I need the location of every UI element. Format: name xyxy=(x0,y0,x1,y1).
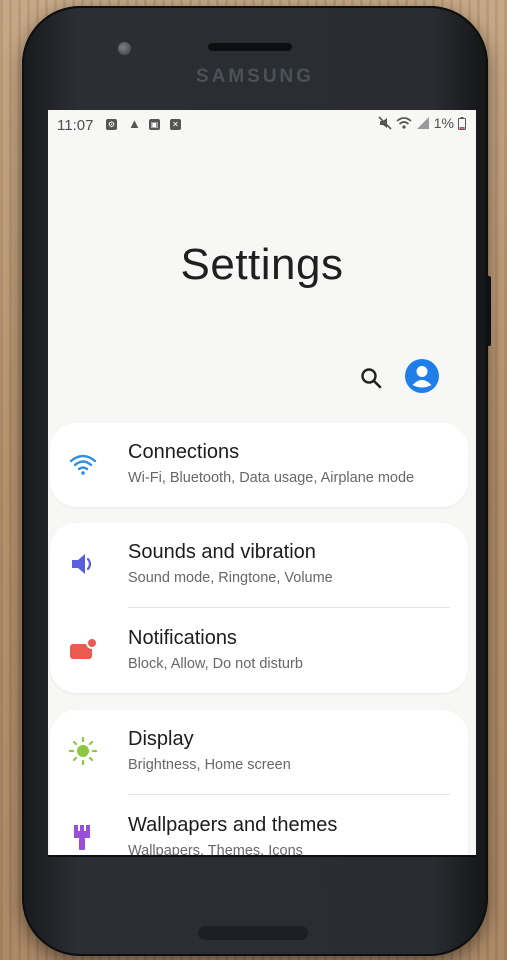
divider xyxy=(128,794,450,795)
calendar-icon: ▣ xyxy=(149,119,160,130)
earpiece-speaker xyxy=(208,43,292,51)
settings-item-label: Notifications xyxy=(128,627,237,649)
settings-card-connections: Connections Wi-Fi, Bluetooth, Data usage… xyxy=(50,423,468,507)
warning-icon: ▲ xyxy=(128,116,141,131)
home-key xyxy=(198,926,308,940)
front-camera xyxy=(118,42,131,55)
settings-item-sounds[interactable]: Sounds and vibration Sound mode, Rington… xyxy=(50,523,468,607)
phone-screen: 11:07 ⚙ ▲ ▣ ✕ 1% Settings Connections Wi… xyxy=(48,110,476,855)
settings-item-subtitle: Block, Allow, Do not disturb xyxy=(128,656,303,672)
status-bar: 11:07 ⚙ ▲ ▣ ✕ 1% xyxy=(48,110,476,136)
settings-item-subtitle: Wi-Fi, Bluetooth, Data usage, Airplane m… xyxy=(128,470,415,486)
settings-item-label: Wallpapers and themes xyxy=(128,814,338,836)
signal-icon xyxy=(416,117,429,129)
settings-item-label: Sounds and vibration xyxy=(128,541,316,563)
account-icon[interactable] xyxy=(405,359,439,393)
settings-item-notifications[interactable]: Notifications Block, Allow, Do not distu… xyxy=(50,609,468,693)
status-time: 11:07 xyxy=(57,117,94,134)
brand-logo: SAMSUNG xyxy=(195,66,315,87)
close-box-icon: ✕ xyxy=(170,119,181,130)
battery-percent: 1% xyxy=(433,115,454,131)
page-title: Settings xyxy=(180,240,344,289)
settings-item-subtitle: Wallpapers, Themes, Icons xyxy=(128,843,303,855)
settings-gear-icon: ⚙ xyxy=(106,119,117,130)
settings-item-label: Display xyxy=(128,728,194,750)
settings-card-display-wallpapers: Display Brightness, Home screen Wallpape… xyxy=(50,710,468,855)
wifi-icon xyxy=(396,117,412,129)
power-button xyxy=(486,276,491,346)
battery-icon xyxy=(458,116,466,130)
settings-item-subtitle: Sound mode, Ringtone, Volume xyxy=(128,570,333,586)
settings-item-display[interactable]: Display Brightness, Home screen xyxy=(50,710,468,794)
divider xyxy=(128,607,450,608)
wifi-icon xyxy=(69,454,97,475)
speaker-icon xyxy=(72,554,92,574)
notification-icon xyxy=(70,637,98,659)
settings-item-wallpapers[interactable]: Wallpapers and themes Wallpapers, Themes… xyxy=(50,796,468,855)
search-icon[interactable] xyxy=(360,367,382,389)
brightness-icon xyxy=(68,736,98,766)
settings-item-connections[interactable]: Connections Wi-Fi, Bluetooth, Data usage… xyxy=(50,423,468,507)
mute-icon xyxy=(378,116,392,130)
paint-brush-icon xyxy=(74,825,90,850)
settings-item-label: Connections xyxy=(128,441,240,463)
settings-card-sound-notifications: Sounds and vibration Sound mode, Rington… xyxy=(50,523,468,693)
screen-bottom-edge xyxy=(48,855,476,857)
settings-item-subtitle: Brightness, Home screen xyxy=(128,757,291,773)
